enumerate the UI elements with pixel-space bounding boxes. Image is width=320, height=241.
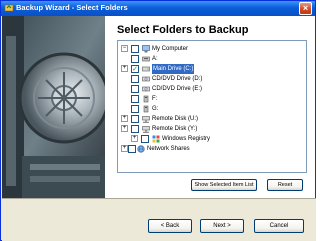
tree-item-a-drive[interactable]: A: xyxy=(121,54,271,64)
wizard-content-panel: Select Folders to Backup − My Computer A… xyxy=(105,16,315,198)
tree-item-label: CD/DVD Drive (E:) xyxy=(152,86,203,92)
network-drive-icon xyxy=(142,126,150,133)
tree-checkbox[interactable] xyxy=(141,135,149,143)
close-icon: × xyxy=(302,3,309,13)
window-title: Backup Wizard - Select Folders xyxy=(16,3,128,12)
tree-item-cd-drive-e[interactable]: CD/DVD Drive (E:) xyxy=(121,84,271,94)
tree-item-remote-disk-y[interactable]: + Remote Disk (Y:) xyxy=(121,124,271,134)
registry-icon xyxy=(152,135,160,143)
title-bar[interactable]: Backup Wizard - Select Folders × xyxy=(1,1,315,16)
tree-item-label: My Computer xyxy=(152,46,189,52)
cd-drive-icon xyxy=(142,86,150,92)
tree-item-label: Network Shares xyxy=(147,146,190,152)
removable-drive-icon xyxy=(143,95,149,103)
tree-checkbox[interactable] xyxy=(131,95,139,103)
floppy-drive-icon xyxy=(142,56,150,62)
backup-wizard-window: Backup Wizard - Select Folders × Select … xyxy=(0,0,316,241)
tree-item-label: Main Drive (C:) xyxy=(152,64,195,74)
tree-item-label: A: xyxy=(152,56,158,62)
expand-expander[interactable]: + xyxy=(121,145,128,152)
tree-item-label: CD/DVD Drive (D:) xyxy=(152,76,203,82)
tree-item-label: F: xyxy=(152,96,158,102)
tree-checkbox[interactable] xyxy=(131,125,139,133)
show-selected-item-list-button[interactable]: Show Selected Item List xyxy=(191,179,257,191)
computer-icon xyxy=(142,45,150,53)
expand-expander[interactable]: + xyxy=(121,65,128,72)
removable-drive-icon xyxy=(143,105,149,113)
collapse-expander[interactable]: − xyxy=(121,45,128,52)
network-drive-icon xyxy=(142,116,150,123)
tree-item-network-shares[interactable]: + Network Shares xyxy=(121,144,271,154)
tree-checkbox[interactable] xyxy=(131,85,139,93)
expand-expander[interactable]: + xyxy=(121,125,128,132)
tree-item-my-computer[interactable]: − My Computer xyxy=(121,44,271,54)
close-button[interactable]: × xyxy=(299,2,312,15)
tree-item-label: G: xyxy=(152,106,159,112)
next-button[interactable]: Next > xyxy=(200,219,244,233)
tree-item-main-drive[interactable]: + ✓ Main Drive (C:) xyxy=(121,64,271,74)
wizard-button-bar: < Back Next > Cancel xyxy=(2,198,316,241)
cd-drive-icon xyxy=(142,76,150,82)
network-icon xyxy=(137,145,145,153)
tree-checkbox[interactable] xyxy=(131,105,139,113)
tree-checkbox-checked[interactable]: ✓ xyxy=(131,65,139,73)
wizard-side-image xyxy=(2,16,105,198)
tree-item-windows-registry[interactable]: + Windows Registry xyxy=(121,134,271,144)
tree-item-cd-drive-d[interactable]: CD/DVD Drive (D:) xyxy=(121,74,271,84)
checkmark-icon: ✓ xyxy=(132,66,138,73)
back-button[interactable]: < Back xyxy=(148,219,192,233)
backup-app-icon xyxy=(4,4,14,12)
tree-item-g-drive[interactable]: G: xyxy=(121,104,271,114)
tree-checkbox[interactable] xyxy=(131,45,139,53)
tree-item-label: Windows Registry xyxy=(162,136,211,142)
tree-checkbox[interactable] xyxy=(131,55,139,63)
hard-drive-icon xyxy=(142,66,150,72)
expand-expander[interactable]: + xyxy=(121,115,128,122)
page-title: Select Folders to Backup xyxy=(117,24,249,36)
cancel-button[interactable]: Cancel xyxy=(254,219,304,233)
reset-button[interactable]: Reset xyxy=(267,179,303,191)
folder-tree[interactable]: − My Computer A: + ✓ Main Drive (C:) CD/… xyxy=(117,40,307,173)
tree-item-f-drive[interactable]: F: xyxy=(121,94,271,104)
tree-checkbox[interactable] xyxy=(131,115,139,123)
tree-item-remote-disk-u[interactable]: + Remote Disk (U:) xyxy=(121,114,271,124)
tree-item-label: Remote Disk (U:) xyxy=(152,116,199,122)
tree-checkbox[interactable] xyxy=(131,75,139,83)
tree-checkbox[interactable] xyxy=(128,145,136,153)
expand-expander[interactable]: + xyxy=(131,135,138,142)
tree-item-label: Remote Disk (Y:) xyxy=(152,126,198,132)
